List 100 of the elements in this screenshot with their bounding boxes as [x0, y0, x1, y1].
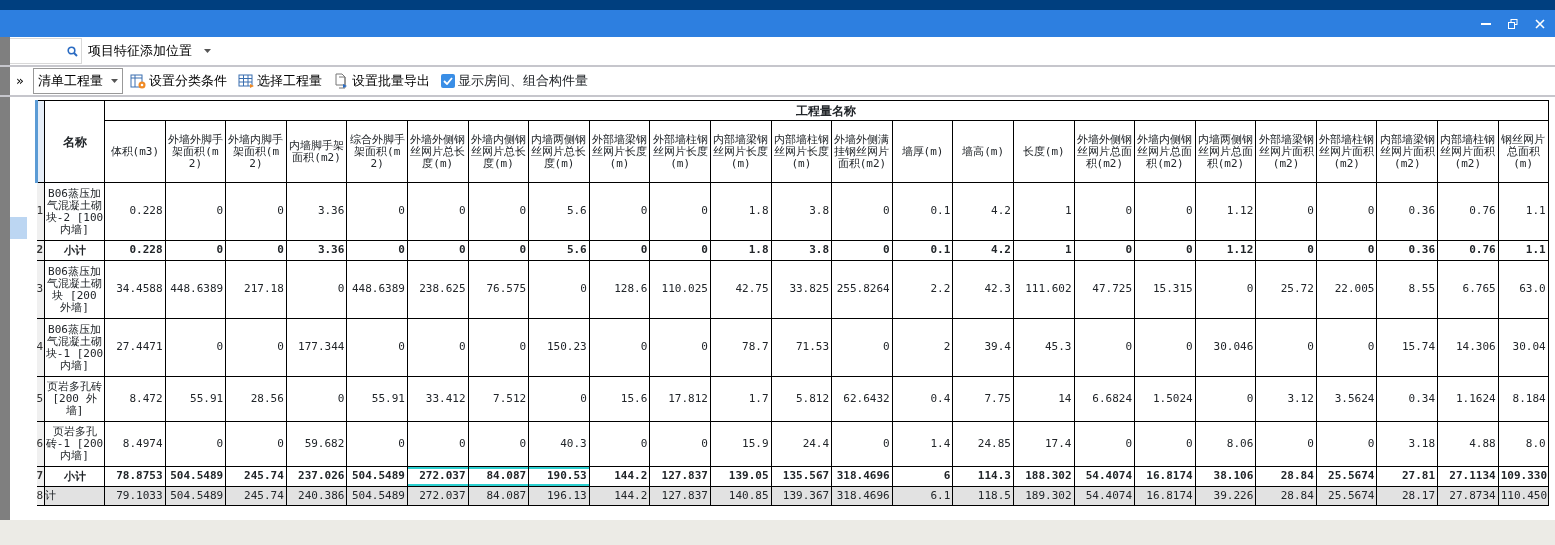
checkbox-icon[interactable]	[440, 74, 455, 88]
table-cell: 0	[165, 318, 226, 377]
table-cell: 448.6389	[346, 260, 408, 319]
table-cell: 0	[1074, 421, 1135, 467]
column-header: 内墙脚手架面积(m2)	[286, 120, 347, 183]
table-cell: 33.825	[771, 260, 832, 319]
table-cell: 27.1134	[1437, 466, 1499, 487]
quantity-dropdown[interactable]: 清单工程量	[32, 68, 123, 94]
table-cell: 504.5489	[165, 466, 226, 487]
column-header: 内墙两侧钢丝网片总面积(m2)	[1195, 120, 1256, 183]
row-number: 6	[36, 421, 45, 467]
table-cell: 59.682	[286, 421, 347, 467]
table-cell: 0	[407, 182, 469, 241]
table-cell: 109.330	[1498, 466, 1549, 487]
table-cell: 55.91	[346, 376, 408, 422]
document-arrow-icon	[332, 73, 349, 89]
table-cell: 2.2	[892, 260, 953, 319]
table-cell: 16.8174	[1134, 466, 1196, 487]
table-cell: 0.4	[892, 376, 953, 422]
table-cell: 245.74	[225, 466, 287, 487]
table-cell: 15.6	[589, 376, 650, 422]
table-cell: 42.75	[710, 260, 772, 319]
gear-table-icon	[129, 73, 146, 89]
table-cell: 30.046	[1195, 318, 1256, 377]
table-cell: 8.472	[104, 376, 166, 422]
table-cell: 0	[346, 182, 408, 241]
table-cell: 3.8	[771, 182, 832, 241]
group-header: 工程量名称	[104, 100, 1549, 121]
table-cell: 3.12	[1255, 376, 1317, 422]
table-cell: 42.3	[952, 260, 1014, 319]
row-number: 2	[36, 240, 45, 261]
table-cell: 40.3	[528, 421, 590, 467]
row-number: 1	[36, 182, 45, 241]
table-cell: 0.36	[1376, 182, 1438, 241]
column-header: 外部墙柱钢丝网片面积(m2)	[1316, 120, 1377, 183]
table-cell: 25.72	[1255, 260, 1317, 319]
column-header: 外墙外脚手架面积(m2)	[165, 120, 226, 183]
table-cell: 3.36	[286, 182, 347, 241]
table-cell: 0	[1074, 182, 1135, 241]
table-cell: 0	[407, 318, 469, 377]
table-cell: 0	[468, 240, 529, 261]
table-cell: 62.6432	[831, 376, 893, 422]
table-cell: 27.4471	[104, 318, 166, 377]
table-cell: 8.0	[1498, 421, 1549, 467]
column-header: 外墙外侧满挂钢丝网片面积(m2)	[831, 120, 893, 183]
table-cell: 0	[1195, 376, 1256, 422]
table-cell: 0	[346, 421, 408, 467]
table-cell: 0	[468, 318, 529, 377]
table-cell: 14.306	[1437, 318, 1499, 377]
table-cell: 54.4074	[1074, 466, 1135, 487]
column-header: 体积(m3)	[104, 120, 166, 183]
table-cell: 0	[1255, 182, 1317, 241]
table-cell: 0	[831, 182, 893, 241]
table-cell: 135.567	[771, 466, 832, 487]
table-cell: 0	[165, 240, 226, 261]
table-cell: 0	[831, 421, 893, 467]
caret-icon	[204, 49, 211, 53]
table-cell: 111.602	[1013, 260, 1074, 319]
table-cell: 0	[831, 318, 893, 377]
table-cell: 114.3	[952, 466, 1014, 487]
column-header: 钢丝网片总面积(m)	[1498, 120, 1549, 183]
name-cell: 页岩多孔砖-1 [200 内墙]	[44, 421, 105, 467]
table-cell: 272.037	[407, 466, 469, 487]
row-number: 5	[36, 376, 45, 422]
table-cell: 217.18	[225, 260, 287, 319]
table-cell: 128.6	[589, 260, 650, 319]
table-cell: 0	[831, 240, 893, 261]
table-cell: 0	[346, 318, 408, 377]
table-cell: 7.512	[468, 376, 529, 422]
table-cell: 28.84	[1255, 466, 1317, 487]
table-cell: 0	[225, 182, 287, 241]
table-cell: 2	[892, 318, 953, 377]
table-cell: 0	[1074, 240, 1135, 261]
table-cell: 33.412	[407, 376, 469, 422]
column-header: 外墙内侧钢丝网片总长度(m)	[468, 120, 529, 183]
table-cell: 1.1	[1498, 240, 1549, 261]
table-cell: 84.087	[468, 466, 529, 487]
name-cell: 小计	[44, 466, 105, 487]
row-number: 4	[36, 318, 45, 377]
table-cell: 0	[407, 421, 469, 467]
table-cell: 0	[468, 182, 529, 241]
column-header: 墙高(m)	[952, 120, 1014, 183]
name-cell: 小计	[44, 240, 105, 261]
table-cell: 6	[892, 466, 953, 487]
table-cell: 504.5489	[346, 466, 408, 487]
close-icon	[1535, 18, 1545, 29]
column-header: 外墙内侧钢丝网片总面积(m2)	[1134, 120, 1196, 183]
table-cell: 110.025	[649, 260, 711, 319]
table-cell: 0	[649, 182, 711, 241]
table-cell: 0	[1316, 421, 1377, 467]
table-cell: 0	[225, 240, 287, 261]
table-cell: 1.12	[1195, 240, 1256, 261]
table-cell: 0	[589, 421, 650, 467]
table-cell: 1.4	[892, 421, 953, 467]
table-cell: 127.837	[649, 466, 711, 487]
table-cell: 63.0	[1498, 260, 1549, 319]
table-cell: 3.36	[286, 240, 347, 261]
column-header: 外部墙柱钢丝网片长度(m)	[649, 120, 711, 183]
table-cell: 0	[286, 260, 347, 319]
table-cell: 177.344	[286, 318, 347, 377]
